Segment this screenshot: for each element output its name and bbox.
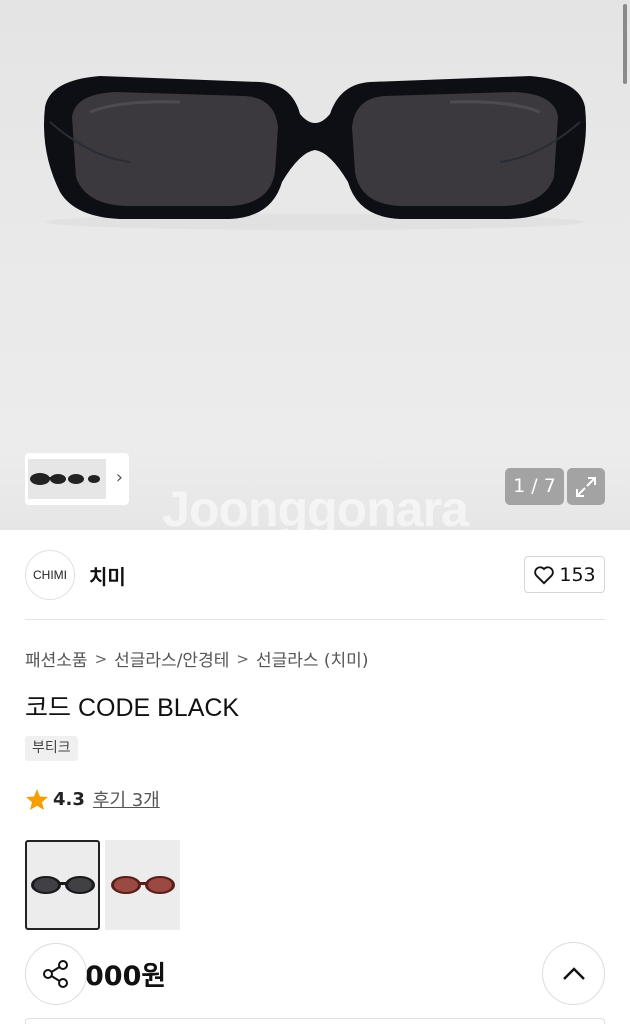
seller-avatar[interactable]: CHIMI [25, 550, 75, 600]
product-image-gallery[interactable]: Joonggonara › 1 / 7 [0, 0, 630, 530]
bottom-bar-edge [25, 1018, 605, 1024]
rating: 4.3 후기 3개 [25, 786, 160, 812]
option-image-brown [110, 876, 175, 894]
breadcrumb-item[interactable]: 선글라스 (치미) [256, 646, 369, 671]
price-value: 000원 [85, 961, 167, 992]
star-icon [26, 788, 48, 810]
shop-badge: 부티크 [25, 736, 78, 761]
scrollbar[interactable] [623, 4, 627, 84]
divider [25, 619, 605, 620]
breadcrumb: 패션소품 > 선글라스/안경테 > 선글라스 (치미) [25, 646, 369, 672]
rating-score: 4.3 [53, 788, 85, 810]
breadcrumb-item[interactable]: 패션소품 [25, 646, 88, 671]
option-black[interactable] [25, 840, 100, 930]
option-brown[interactable] [105, 840, 180, 930]
seller-row[interactable]: CHIMI 치미 153 [25, 550, 605, 600]
chevron-right-icon[interactable]: › [116, 467, 123, 488]
expand-button[interactable] [567, 468, 605, 505]
chevron-right-icon: > [94, 649, 108, 668]
chevron-up-icon [562, 966, 585, 980]
review-link[interactable]: 후기 3개 [93, 786, 160, 812]
option-selector [25, 840, 180, 930]
scroll-top-button[interactable] [542, 942, 605, 1005]
image-counter: 1 / 7 [505, 468, 564, 505]
like-button[interactable]: 153 [524, 556, 605, 593]
expand-icon [576, 476, 596, 497]
like-count: 153 [559, 563, 596, 586]
thumbnail-image[interactable] [28, 459, 106, 499]
product-image-sunglasses [44, 76, 586, 230]
seller-logo-text: CHIMI [33, 568, 67, 582]
share-icon [43, 960, 68, 988]
chevron-right-icon: > [236, 649, 249, 668]
product-title: 코드 CODE BLACK [25, 694, 240, 722]
heart-outline-icon [534, 565, 555, 584]
thumbnail-strip[interactable]: › [25, 453, 129, 505]
seller-name[interactable]: 치미 [89, 561, 126, 590]
option-image-black [30, 876, 95, 894]
breadcrumb-item[interactable]: 선글라스/안경테 [114, 646, 229, 671]
share-button[interactable] [25, 943, 87, 1005]
